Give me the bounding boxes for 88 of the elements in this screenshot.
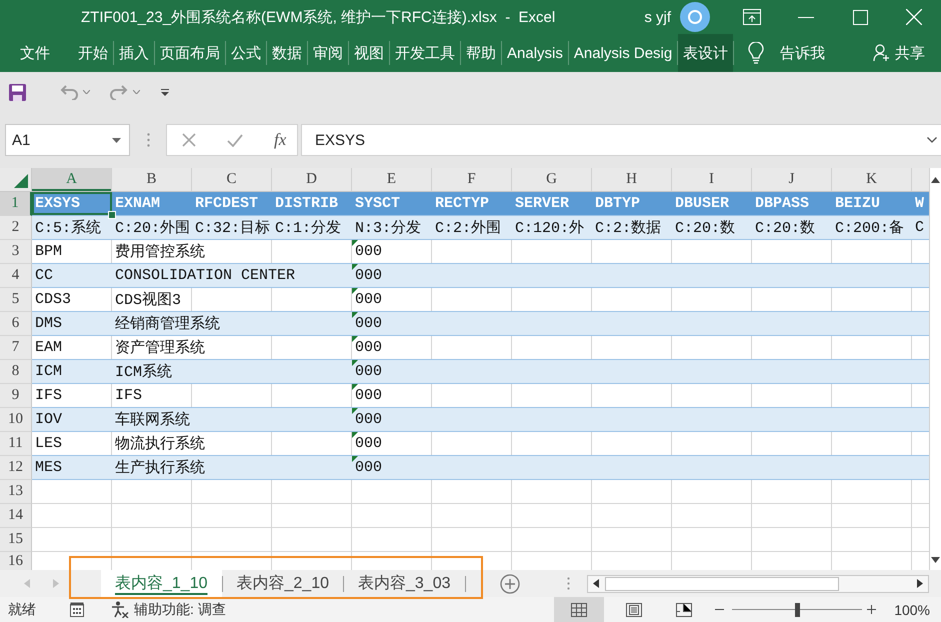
arrow-up-icon[interactable]	[931, 177, 940, 183]
column-header[interactable]: G	[512, 168, 592, 191]
sheet-tab[interactable]: 表内容_2_10	[222, 570, 343, 597]
column-header[interactable]: E	[352, 168, 432, 191]
row-header[interactable]: 6	[0, 312, 32, 336]
row-header[interactable]: 15	[0, 528, 32, 552]
column-header[interactable]: B	[112, 168, 192, 191]
avatar-icon[interactable]	[680, 2, 710, 32]
worksheet-grid[interactable]	[32, 192, 929, 570]
row-header[interactable]: 13	[0, 480, 32, 504]
row-header[interactable]: 8	[0, 360, 32, 384]
ribbon-tab[interactable]: Analysis Desig	[568, 34, 678, 72]
arrow-left-icon[interactable]	[593, 579, 599, 588]
normal-view-button[interactable]	[554, 597, 604, 622]
ribbon-tab[interactable]: 审阅	[308, 34, 348, 72]
share-button[interactable]: 共享	[873, 44, 925, 62]
chevron-icon[interactable]	[927, 137, 937, 143]
accessibility-icon[interactable]	[111, 601, 129, 618]
grid-icon	[571, 602, 588, 616]
row-header[interactable]: 2	[0, 216, 32, 240]
ribbon-tab[interactable]: 开始	[73, 34, 113, 72]
column-header[interactable]: H	[592, 168, 672, 191]
grip-icon[interactable]	[147, 133, 150, 147]
ribbon-tab[interactable]: 公式	[226, 34, 266, 72]
row-header[interactable]: 3	[0, 240, 32, 264]
lightbulb-icon	[748, 42, 764, 64]
ribbon-display-icon	[743, 9, 761, 25]
select-all-icon[interactable]	[14, 174, 28, 188]
minimize-icon	[798, 16, 814, 18]
ribbon-tab[interactable]: 视图	[349, 34, 389, 72]
caret-icon[interactable]	[83, 90, 90, 94]
user-name[interactable]: s yjf	[644, 8, 671, 26]
vertical-scrollbar[interactable]	[929, 168, 941, 570]
row-header[interactable]: 5	[0, 288, 32, 312]
column-header[interactable]: J	[752, 168, 832, 191]
row-header[interactable]: 7	[0, 336, 32, 360]
slider-thumb[interactable]	[795, 602, 800, 616]
person-plus-icon	[873, 44, 891, 62]
ribbon-tab[interactable]: Analysis	[502, 34, 568, 72]
arrow-down-icon[interactable]	[931, 557, 940, 563]
row-header[interactable]: 11	[0, 432, 32, 456]
column-header[interactable]: I	[672, 168, 752, 191]
plus-icon[interactable]	[867, 605, 876, 614]
close-icon	[906, 9, 922, 25]
status-text: 就绪	[8, 600, 36, 618]
ribbon-tab[interactable]: 数据	[267, 34, 307, 72]
caret-icon[interactable]	[112, 138, 121, 142]
ribbon-tab[interactable]: 表设计	[678, 34, 734, 72]
save-icon[interactable]	[9, 84, 26, 100]
page-icon	[626, 602, 642, 616]
page-break-icon	[676, 602, 692, 616]
column-header[interactable]: C	[192, 168, 272, 191]
row-header[interactable]: 14	[0, 504, 32, 528]
formula-input[interactable]: EXSYS	[301, 124, 941, 156]
sheet-tab[interactable]: 表内容_3_03	[344, 570, 464, 597]
minus-icon[interactable]	[715, 609, 724, 610]
row-header[interactable]: 9	[0, 384, 32, 408]
name-box[interactable]: A1	[5, 124, 130, 156]
row-header[interactable]: 12	[0, 456, 32, 480]
fill-handle[interactable]	[108, 211, 116, 219]
customize-icon[interactable]	[161, 88, 169, 96]
ribbon-tab[interactable]: 开发工具	[390, 34, 460, 72]
maximize-icon	[852, 10, 868, 24]
plus-circle-icon[interactable]	[500, 574, 520, 594]
arrow-right-icon[interactable]	[917, 579, 923, 588]
scrollbar-thumb[interactable]	[605, 576, 839, 590]
tell-me-button[interactable]: 告诉我	[780, 44, 826, 62]
column-header[interactable]: D	[272, 168, 352, 191]
row-header[interactable]: 1	[0, 192, 32, 216]
column-header[interactable]: K	[832, 168, 912, 191]
row-header[interactable]: 4	[0, 264, 32, 288]
zoom-level[interactable]: 100%	[894, 602, 930, 618]
ribbon-tab[interactable]: 页面布局	[155, 34, 225, 72]
accessibility-status[interactable]: 辅助功能: 调查	[134, 600, 226, 618]
sheet-icon[interactable]	[70, 602, 84, 617]
ribbon-tab[interactable]: 帮助	[461, 34, 501, 72]
ribbon-tab[interactable]: 文件	[15, 34, 55, 72]
row-header[interactable]: 16	[0, 552, 32, 570]
grip-icon[interactable]	[567, 577, 570, 590]
column-header[interactable]: A	[32, 168, 112, 191]
horizontal-scrollbar[interactable]	[587, 574, 929, 592]
caret-icon[interactable]	[133, 90, 140, 94]
sheet-tab[interactable]: 表内容_1_10	[101, 570, 222, 597]
ribbon-tab[interactable]: 插入	[114, 34, 154, 72]
column-header[interactable]: F	[432, 168, 512, 191]
insert-function-button[interactable]: fx	[274, 130, 286, 150]
window-title: ZTIF001_23_外围系统名称(EWM系统, 维护一下RFC连接).xlsx - Excel	[81, 8, 556, 26]
row-header[interactable]: 10	[0, 408, 32, 432]
